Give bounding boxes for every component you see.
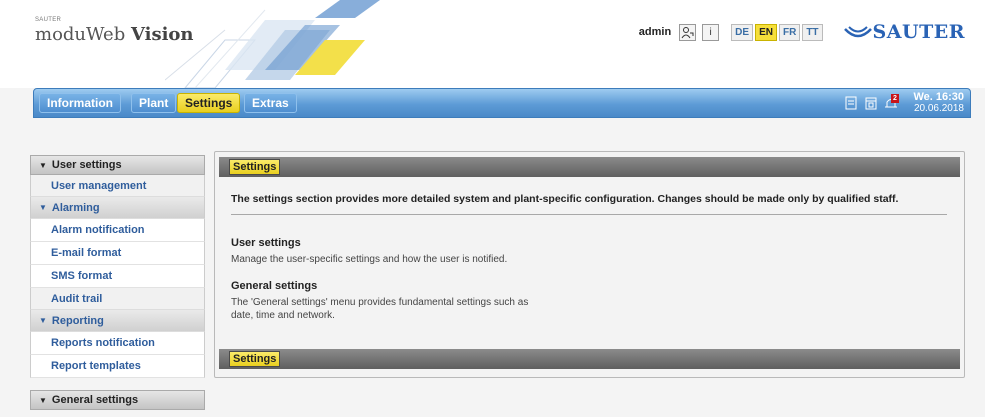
user-settings-icon[interactable] xyxy=(679,23,697,41)
section-title-user-settings: User settings xyxy=(231,237,301,249)
sidebar-group-user-settings[interactable]: ▼ User settings xyxy=(30,155,205,175)
alarm-bell-icon[interactable]: 2 xyxy=(884,94,899,111)
sidebar-item-label: E-mail format xyxy=(51,247,122,259)
settings-content-panel: Settings The settings section provides m… xyxy=(214,151,965,378)
collapse-arrow-icon: ▼ xyxy=(39,160,47,170)
language-en[interactable]: EN xyxy=(755,23,777,41)
sidebar-item-label: User management xyxy=(51,179,147,192)
language-tt[interactable]: TT xyxy=(802,23,823,41)
sidebar-item-audit-trail[interactable]: Audit trail xyxy=(30,288,205,310)
collapse-arrow-icon: ▼ xyxy=(39,203,47,212)
sidebar-item-email-format[interactable]: E-mail format xyxy=(30,242,205,265)
current-day-time: We. 16:30 xyxy=(913,91,964,103)
collapse-arrow-icon: ▼ xyxy=(39,316,47,325)
app-header: SAUTER moduWeb Vision admin i DE EN FR T… xyxy=(0,0,985,88)
sauter-logo: SAUTER xyxy=(843,21,965,43)
section-text-line: The 'General settings' menu provides fun… xyxy=(231,297,529,308)
calendar-icon[interactable] xyxy=(864,95,878,111)
user-name[interactable]: admin xyxy=(639,26,671,38)
collapse-arrow-icon: ▼ xyxy=(39,395,47,405)
sidebar-item-reporting[interactable]: ▼ Reporting xyxy=(30,310,205,332)
sidebar-item-label: Reporting xyxy=(51,314,104,327)
sidebar-group-label: General settings xyxy=(51,394,139,406)
settings-sidebar: ▼ User settings User management ▼ Alarmi… xyxy=(30,155,205,410)
section-text-user-settings: Manage the user-specific settings and ho… xyxy=(231,254,508,265)
tab-settings[interactable]: Settings xyxy=(177,93,241,113)
language-switcher: DE EN FR TT xyxy=(731,23,824,41)
sidebar-item-label: Audit trail xyxy=(51,292,103,305)
section-text-general-settings: The 'General settings' menu provides fun… xyxy=(231,296,531,322)
sauter-logo-text: SAUTER xyxy=(872,21,965,43)
document-icon[interactable] xyxy=(844,95,858,111)
sidebar-item-reports-notification[interactable]: Reports notification xyxy=(30,332,205,355)
nav-icon-group: 2 xyxy=(838,94,899,111)
header-toolbar: admin i DE EN FR TT SAUTER xyxy=(639,21,965,43)
panel-footer-label: Settings xyxy=(229,351,281,367)
settings-intro-text: The settings section provides more detai… xyxy=(231,193,899,205)
section-text-line: date, time and network. xyxy=(231,310,335,321)
sidebar-item-label: Alarm notification xyxy=(51,224,145,236)
sidebar-item-label: Alarming xyxy=(51,201,100,214)
sauter-logo-swoosh-icon xyxy=(843,26,872,38)
tab-plant[interactable]: Plant xyxy=(131,93,177,113)
sidebar-item-label: Reports notification xyxy=(51,337,155,349)
app-title-prefix: moduWeb xyxy=(35,24,131,45)
sidebar-item-sms-format[interactable]: SMS format xyxy=(30,265,205,288)
sidebar-item-alarm-notification[interactable]: Alarm notification xyxy=(30,219,205,242)
sidebar-group-general-settings[interactable]: ▼ General settings xyxy=(30,390,205,410)
alarm-count-badge: 2 xyxy=(891,94,899,103)
header-decoration-graphic xyxy=(165,0,380,88)
sidebar-item-alarming[interactable]: ▼ Alarming xyxy=(30,197,205,219)
panel-header-bar: Settings xyxy=(219,157,960,177)
section-title-general-settings: General settings xyxy=(231,280,318,292)
panel-footer-bar: Settings xyxy=(219,349,960,369)
sidebar-item-label: SMS format xyxy=(51,270,113,282)
system-datetime: We. 16:30 20.06.2018 xyxy=(913,91,964,115)
sidebar-item-report-templates[interactable]: Report templates xyxy=(30,355,205,378)
panel-header-label: Settings xyxy=(229,159,281,175)
sidebar-item-label: Report templates xyxy=(51,360,141,372)
tab-extras[interactable]: Extras xyxy=(244,93,297,113)
current-date: 20.06.2018 xyxy=(913,103,964,114)
section-divider xyxy=(231,214,947,215)
tab-information[interactable]: Information xyxy=(39,93,121,113)
main-navigation: Information Plant Settings Extras 2 We. … xyxy=(33,88,971,118)
info-icon[interactable]: i xyxy=(702,23,720,41)
language-fr[interactable]: FR xyxy=(778,23,801,41)
brand-company: SAUTER xyxy=(35,17,62,23)
sidebar-group-label: User settings xyxy=(51,159,122,171)
language-de[interactable]: DE xyxy=(731,23,754,41)
sidebar-item-user-management[interactable]: User management xyxy=(30,175,205,197)
